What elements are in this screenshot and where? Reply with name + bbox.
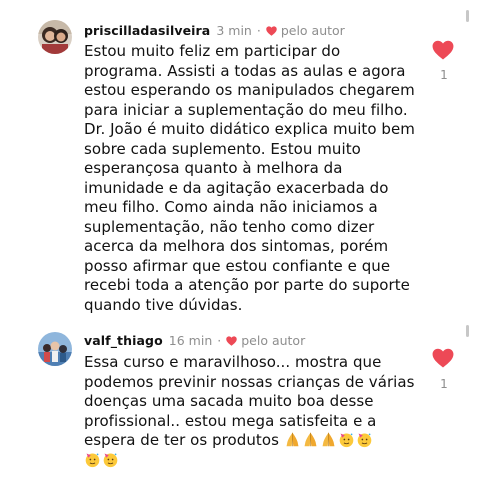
comment-line: Estou muito feliz em participar do xyxy=(84,42,341,60)
avatar[interactable] xyxy=(38,20,72,54)
emoji-line xyxy=(84,451,429,471)
folded-hands-icon xyxy=(284,431,301,448)
comment-line: quando tive dúvidas. xyxy=(84,295,243,314)
comment-line: profissional.. estou mega satisfeita e a xyxy=(84,411,377,430)
comment-line: meu filho. Como ainda não iniciamos a xyxy=(84,198,378,216)
comment-line: Dr. João é muito didático explica muito … xyxy=(84,120,415,138)
comment-line: imunidade e da agitação exacerbada do xyxy=(84,178,389,197)
like-count: 1 xyxy=(440,68,448,82)
partying-face-icon xyxy=(338,431,355,448)
heart-icon xyxy=(432,40,454,60)
comment-text: Essa curso e maravilhoso... mostra que p… xyxy=(84,353,429,470)
partying-face-icon xyxy=(356,431,373,448)
comment-line: recebi toda a atenção por parte do supor… xyxy=(84,276,410,294)
partying-face-icon xyxy=(84,451,101,468)
comment-line: suplementação, não tenho como dizer xyxy=(84,217,375,236)
comment-meta: valf_thiago 16 min · pelo autor xyxy=(84,333,305,349)
username[interactable]: priscilladasilveira xyxy=(84,23,210,39)
comment-line: programa. Assisti a todas as aulas e ago… xyxy=(84,61,406,80)
comment-line: posso afirmar que estou confiante e que xyxy=(84,256,391,275)
scrollbar[interactable] xyxy=(466,10,469,22)
comment-text-fragment: espera de ter os produtos xyxy=(84,431,279,449)
like-count: 1 xyxy=(440,377,448,391)
folded-hands-icon xyxy=(302,431,319,448)
comment-line: doenças uma sacada muito boa desse xyxy=(84,392,374,410)
avatar[interactable] xyxy=(38,332,72,366)
folded-hands-icon xyxy=(320,431,337,448)
comment-meta: priscilladasilveira 3 min · pelo autor xyxy=(84,23,345,39)
comment-line: podemos previnir nossas crianças de vári… xyxy=(84,372,415,391)
like-button[interactable] xyxy=(432,348,454,368)
scrollbar[interactable] xyxy=(466,325,469,337)
like-button[interactable] xyxy=(432,40,454,60)
liked-by-author-label: pelo autor xyxy=(241,333,306,348)
timestamp: 3 min xyxy=(216,23,252,38)
comment-line: estou esperando os manipulados chegarem xyxy=(84,81,415,99)
separator: · xyxy=(256,23,261,38)
heart-icon xyxy=(266,26,277,36)
liked-by-author-label: pelo autor xyxy=(280,23,345,38)
timestamp: 16 min xyxy=(168,333,213,348)
heart-icon xyxy=(432,348,454,368)
heart-icon xyxy=(226,336,237,346)
partying-face-icon xyxy=(102,451,119,468)
comment-line: sobre cada suplemento. Estou muito xyxy=(84,139,361,158)
comment-line: para iniciar a suplementação do meu filh… xyxy=(84,100,408,119)
comment-line-with-emojis: espera de ter os produtos xyxy=(84,431,429,451)
comment-text: Estou muito feliz em participar do progr… xyxy=(84,42,429,315)
comment-line: Essa curso e maravilhoso... mostra que xyxy=(84,353,382,371)
comment-line: acerca da melhora dos sintomas, porém xyxy=(84,237,389,255)
comment-line: esperançosa quanto à melhora da xyxy=(84,159,343,177)
username[interactable]: valf_thiago xyxy=(84,333,163,349)
separator: · xyxy=(217,333,222,348)
